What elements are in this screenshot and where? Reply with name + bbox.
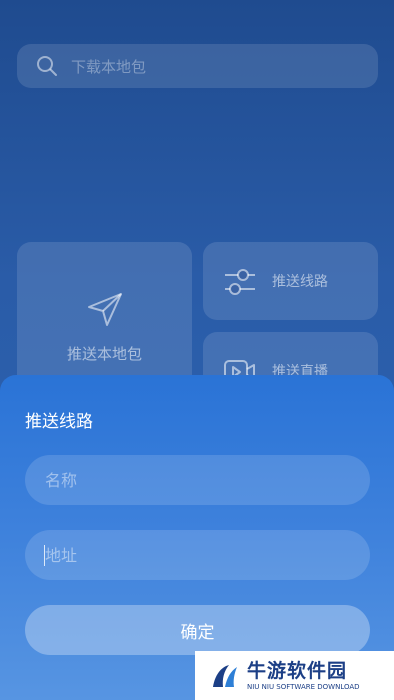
name-field[interactable] bbox=[25, 455, 370, 505]
search-icon bbox=[37, 56, 57, 76]
search-bar[interactable]: 下载本地包 bbox=[17, 44, 378, 88]
push-local-card[interactable]: 推送本地包 bbox=[17, 242, 192, 392]
push-local-label: 推送本地包 bbox=[66, 345, 142, 363]
address-field[interactable] bbox=[25, 530, 370, 580]
push-line-card[interactable]: 推送线路 bbox=[203, 242, 378, 320]
search-placeholder: 下载本地包 bbox=[71, 57, 147, 76]
logo-icon bbox=[213, 664, 237, 687]
push-line-label: 推送线路 bbox=[272, 274, 328, 290]
sliders-icon bbox=[225, 269, 255, 295]
watermark-subtitle: NIU NIU SOFTWARE DOWNLOAD bbox=[247, 682, 360, 691]
watermark-title: 牛游软件园 bbox=[247, 659, 348, 682]
watermark: 牛游软件园 NIU NIU SOFTWARE DOWNLOAD bbox=[195, 651, 394, 700]
send-icon bbox=[88, 293, 122, 326]
text-cursor bbox=[44, 545, 45, 566]
sheet-title: 推送线路 bbox=[25, 412, 93, 432]
confirm-button[interactable]: 确定 bbox=[25, 605, 370, 655]
